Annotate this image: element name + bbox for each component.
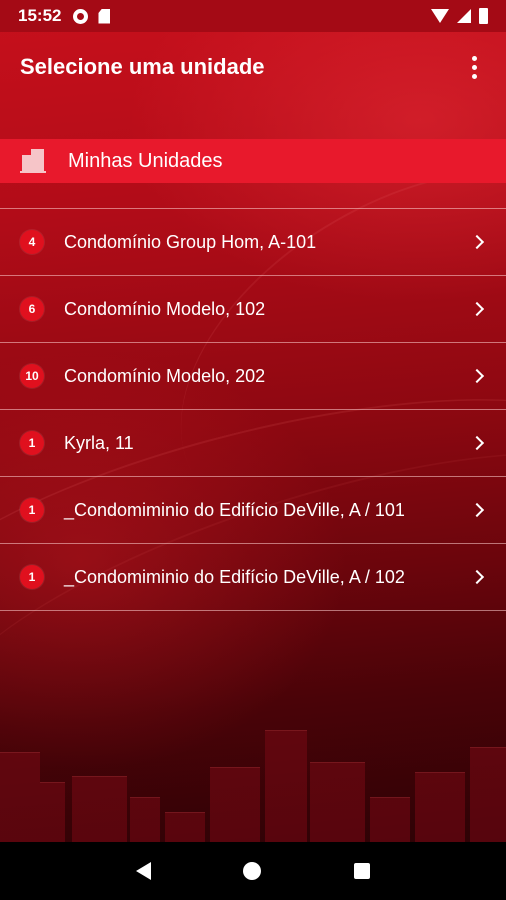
chevron-right-icon <box>469 234 485 250</box>
unit-label: Condomínio Modelo, 102 <box>64 298 266 319</box>
status-bar: 15:52 <box>0 0 506 32</box>
settings-icon <box>73 8 89 24</box>
section-label: Minhas Unidades <box>68 149 223 172</box>
count-badge: 1 <box>20 498 44 522</box>
city-skyline <box>0 730 506 842</box>
chevron-right-icon <box>469 435 485 451</box>
back-icon[interactable] <box>136 862 152 880</box>
wifi-icon <box>431 9 449 23</box>
unit-label: Kyrla, 11 <box>64 432 134 453</box>
count-badge: 6 <box>20 297 44 321</box>
count-badge: 1 <box>20 565 44 589</box>
app-bar: Selecione uma unidade <box>0 32 506 102</box>
count-badge: 1 <box>20 431 44 455</box>
building-icon <box>20 149 46 173</box>
page-title: Selecione uma unidade <box>20 54 265 79</box>
unit-label: _Condomiminio do Edifício DeVille, A / 1… <box>64 566 405 587</box>
app-screen: 15:52 Selecione uma unidade Minhas Unida… <box>0 0 506 842</box>
list-item[interactable]: 6 Condomínio Modelo, 102 <box>0 276 506 342</box>
list-item[interactable]: 1 Kyrla, 11 <box>0 410 506 476</box>
battery-icon <box>479 8 488 24</box>
unit-label: Condomínio Group Hom, A-101 <box>64 231 317 252</box>
unit-label: _Condomiminio do Edifício DeVille, A / 1… <box>64 499 405 520</box>
count-badge: 10 <box>20 364 44 388</box>
more-vert-icon[interactable] <box>462 55 486 79</box>
system-nav-bar <box>0 842 506 900</box>
sim-card-icon <box>98 8 111 24</box>
home-icon[interactable] <box>243 862 262 880</box>
section-header: Minhas Unidades <box>0 139 506 183</box>
list-item[interactable]: 10 Condomínio Modelo, 202 <box>0 343 506 409</box>
chevron-right-icon <box>469 301 485 317</box>
recents-icon[interactable] <box>353 863 370 879</box>
unit-list: 4 Condomínio Group Hom, A-101 6 Condomín… <box>0 208 506 611</box>
chevron-right-icon <box>469 502 485 518</box>
list-item[interactable]: 1 _Condomiminio do Edifício DeVille, A /… <box>0 477 506 543</box>
signal-icon <box>457 9 471 23</box>
chevron-right-icon <box>469 569 485 585</box>
chevron-right-icon <box>469 368 485 384</box>
count-badge: 4 <box>20 230 44 254</box>
list-item[interactable]: 4 Condomínio Group Hom, A-101 <box>0 209 506 275</box>
list-item[interactable]: 1 _Condomiminio do Edifício DeVille, A /… <box>0 544 506 610</box>
divider <box>0 610 506 611</box>
unit-label: Condomínio Modelo, 202 <box>64 365 266 386</box>
status-time: 15:52 <box>18 6 62 25</box>
